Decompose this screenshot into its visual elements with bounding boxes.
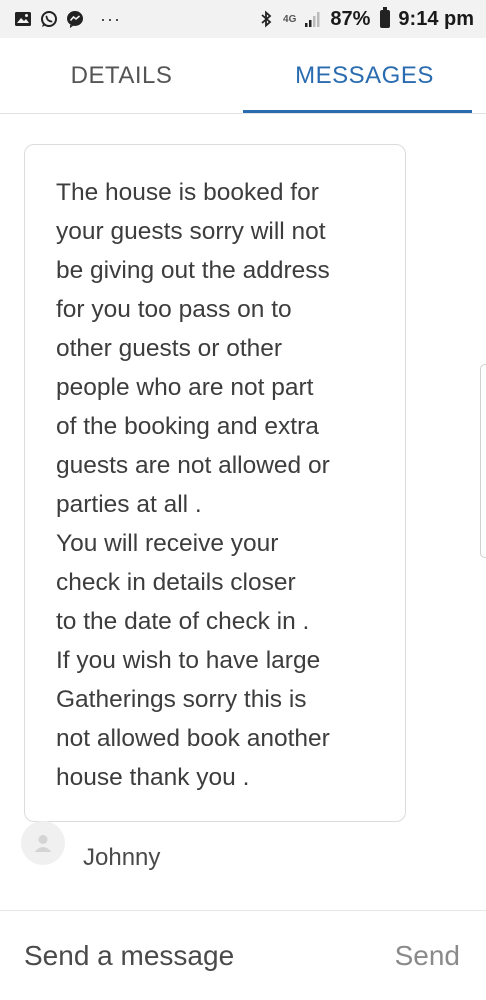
signal-icon: [304, 10, 322, 28]
message-composer: Send: [0, 910, 486, 1000]
status-bar: ··· 4G 87% 9:14 pm: [0, 0, 486, 38]
more-dots-icon: ···: [100, 9, 121, 29]
battery-icon: [380, 7, 391, 28]
send-button[interactable]: Send: [395, 940, 460, 972]
messenger-icon: [66, 10, 84, 28]
network-4g-icon: 4G: [283, 13, 297, 25]
message-input[interactable]: [24, 939, 344, 972]
message-bubble: The house is booked for your guests sorr…: [24, 144, 406, 822]
tab-details[interactable]: DETAILS: [0, 38, 243, 113]
gallery-icon: [14, 10, 32, 28]
message-sender: Johnny: [21, 814, 160, 872]
scroll-handle[interactable]: [480, 364, 486, 558]
sender-name: Johnny: [83, 844, 161, 871]
user-avatar-icon: [21, 821, 65, 865]
whatsapp-icon: [40, 10, 58, 28]
conversation: The house is booked for your guests sorr…: [0, 114, 486, 910]
clock: 9:14 pm: [398, 7, 474, 30]
tab-messages[interactable]: MESSAGES: [243, 38, 486, 113]
battery-percent: 87%: [330, 7, 371, 30]
bluetooth-icon: [257, 10, 275, 28]
status-left: ···: [14, 10, 121, 28]
tab-bar: DETAILS MESSAGES: [0, 38, 486, 114]
status-right: 4G 87% 9:14 pm: [257, 7, 474, 31]
message-text: The house is booked for your guests sorr…: [56, 179, 330, 791]
